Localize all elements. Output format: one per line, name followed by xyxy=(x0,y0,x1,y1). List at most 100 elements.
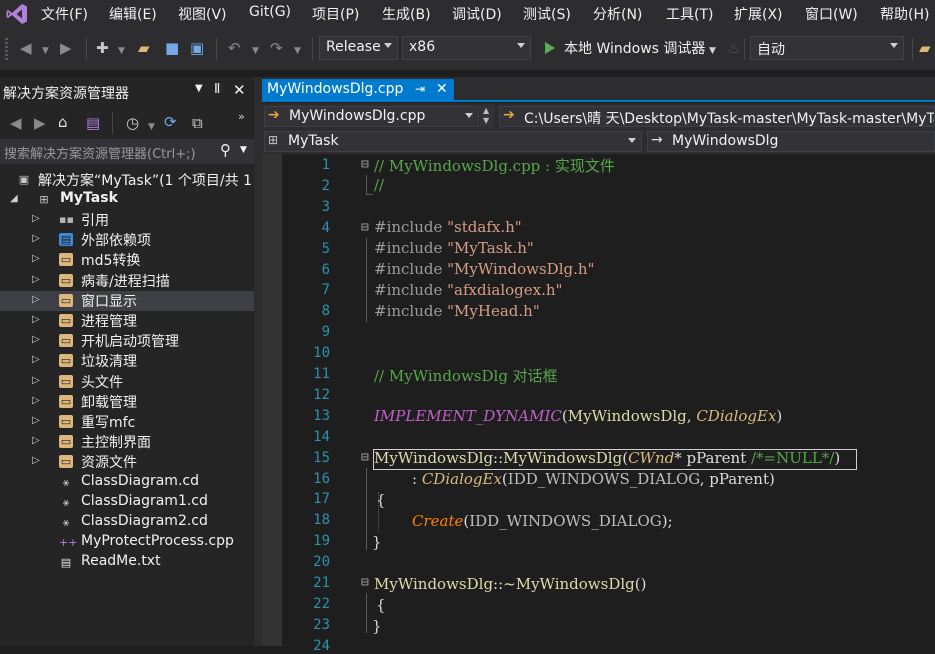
menu-debug[interactable]: 调试(D) xyxy=(452,4,502,24)
tab-mywindowsdlg-cpp[interactable]: MyWindowsDlg.cpp ⇥ ✕ xyxy=(262,79,454,102)
tree-item[interactable]: ▷ ▭ 头文件 xyxy=(0,372,254,392)
tree-item-label: 垃圾清理 xyxy=(81,354,137,371)
menu-edit[interactable]: 编辑(E) xyxy=(109,4,157,24)
menu-analyze[interactable]: 分析(N) xyxy=(593,4,642,24)
toolbar-grip[interactable] xyxy=(5,38,8,60)
file-scope-select[interactable]: ➔ MyWindowsDlg.cpp xyxy=(264,106,479,127)
close-tab-icon[interactable]: ✕ xyxy=(436,81,448,97)
collapsed-chevron-icon[interactable]: ▷ xyxy=(32,455,40,466)
auto-select[interactable]: 自动 xyxy=(750,36,904,60)
open-folder-icon[interactable]: ▰ xyxy=(138,39,150,57)
configuration-select[interactable]: Release xyxy=(319,36,398,60)
folder-icon[interactable]: ▰ xyxy=(919,39,931,57)
tree-item[interactable]: ⚹ ClassDiagram2.cd xyxy=(0,513,254,533)
menu-build[interactable]: 生成(B) xyxy=(382,4,431,24)
tree-item[interactable]: ▷ ▭ 垃圾清理 xyxy=(0,351,254,371)
search-icon[interactable]: ⚲ xyxy=(220,141,231,159)
expanded-chevron-icon[interactable]: ◢ xyxy=(10,193,18,204)
collapsed-chevron-icon[interactable]: ▷ xyxy=(32,314,40,325)
visual-studio-logo-icon[interactable] xyxy=(5,2,29,26)
collapsed-chevron-icon[interactable]: ▷ xyxy=(32,354,40,365)
debugger-dropdown-icon[interactable]: ▼ xyxy=(709,42,716,60)
tree-item[interactable]: ▷ ▤ 外部依赖项 xyxy=(0,230,254,250)
tree-item[interactable]: ▷ ▪▪ 引用 xyxy=(0,210,254,230)
pending-changes-icon[interactable]: ◷ xyxy=(126,114,139,132)
sync-icon[interactable]: ⟳ xyxy=(164,113,177,131)
collapsed-chevron-icon[interactable]: ▷ xyxy=(32,435,40,446)
menu-view[interactable]: 视图(V) xyxy=(178,4,227,24)
collapsed-chevron-icon[interactable]: ▷ xyxy=(32,294,40,305)
tree-item[interactable]: ▷ ▭ 窗口显示 xyxy=(0,290,254,311)
tree-item[interactable]: ⚹ ClassDiagram.cd xyxy=(0,473,254,493)
more-options-icon[interactable]: » xyxy=(238,108,245,126)
navigate-forward-icon[interactable]: ▶ xyxy=(60,39,72,57)
tree-item[interactable]: ▷ ▭ 资源文件 xyxy=(0,452,254,472)
collapse-all-icon[interactable]: ⧉ xyxy=(192,114,203,132)
search-options-dropdown-icon[interactable]: ▼ xyxy=(240,145,247,155)
project-scope-value: MyTask xyxy=(288,133,339,149)
solution-search-box[interactable]: 搜索解决方案资源管理器(Ctrl+;) ⚲ ▼ xyxy=(0,139,254,164)
collapsed-chevron-icon[interactable]: ▷ xyxy=(32,213,40,224)
collapsed-chevron-icon[interactable]: ▷ xyxy=(32,274,40,285)
fold-collapse-icon[interactable]: ⊟ xyxy=(361,450,369,465)
collapsed-chevron-icon[interactable]: ▷ xyxy=(32,334,40,345)
tree-item[interactable]: ▷ ▭ 进程管理 xyxy=(0,311,254,331)
start-debugger-button[interactable]: 本地 Windows 调试器 xyxy=(564,38,705,58)
home-icon[interactable]: ⌂ xyxy=(58,113,68,131)
menu-test[interactable]: 测试(S) xyxy=(523,4,571,24)
redo-icon[interactable]: ↷ xyxy=(270,39,283,57)
back-dropdown-icon[interactable]: ▼ xyxy=(42,42,49,60)
filter-dropdown-icon[interactable]: ▼ xyxy=(148,118,155,136)
collapsed-chevron-icon[interactable]: ▷ xyxy=(32,233,40,244)
collapsed-chevron-icon[interactable]: ▷ xyxy=(32,375,40,386)
tree-item[interactable]: ++ MyProtectProcess.cpp xyxy=(0,533,254,553)
fold-collapse-icon[interactable]: ⊟ xyxy=(361,575,369,590)
new-project-icon[interactable]: ✚ xyxy=(96,39,109,57)
menu-window[interactable]: 窗口(W) xyxy=(805,4,858,24)
new-dropdown-icon[interactable]: ▼ xyxy=(118,42,125,60)
pin-icon[interactable]: Ⅱ xyxy=(214,82,220,97)
back-icon[interactable]: ◀ xyxy=(10,114,22,132)
save-icon[interactable]: ■ xyxy=(165,39,179,57)
collapsed-chevron-icon[interactable]: ▷ xyxy=(32,253,40,264)
platform-select[interactable]: x86 xyxy=(402,36,531,60)
pane-splitter[interactable] xyxy=(254,77,262,646)
switch-views-icon[interactable]: ▤ xyxy=(86,114,100,132)
split-window-button[interactable]: ▲ ▼ xyxy=(480,106,494,127)
menu-file[interactable]: 文件(F) xyxy=(41,4,88,24)
tree-item[interactable]: ▤ ReadMe.txt xyxy=(0,553,254,573)
redo-dropdown-icon[interactable]: ▼ xyxy=(294,42,301,60)
tree-item[interactable]: ▷ ▭ 病毒/进程扫描 xyxy=(0,271,254,291)
fold-collapse-icon[interactable]: ⊟ xyxy=(361,157,369,172)
navigate-back-icon[interactable]: ◀ xyxy=(20,39,32,57)
fold-collapse-icon[interactable]: ⊟ xyxy=(361,220,369,235)
menu-extensions[interactable]: 扩展(X) xyxy=(734,4,783,24)
code-comment: /*=NULL*/ xyxy=(746,449,835,467)
file-path-select[interactable]: ➔ C:\Users\晴 天\Desktop\MyTask-master\MyT… xyxy=(499,106,935,127)
project-node[interactable]: ◢ ⊞ MyTask xyxy=(0,190,254,210)
collapsed-chevron-icon[interactable]: ▷ xyxy=(32,415,40,426)
tree-item[interactable]: ▷ ▭ 主控制界面 xyxy=(0,432,254,452)
tree-item[interactable]: ▷ ▭ 重写mfc xyxy=(0,412,254,432)
forward-icon[interactable]: ▶ xyxy=(34,114,46,132)
window-position-dropdown-icon[interactable]: ▼ xyxy=(195,83,203,94)
menu-tools[interactable]: 工具(T) xyxy=(666,4,713,24)
member-scope-select[interactable]: → MyWindowsDlg xyxy=(647,131,935,152)
pin-tab-icon[interactable]: ⇥ xyxy=(415,82,425,96)
close-icon[interactable]: ✕ xyxy=(233,81,246,99)
solution-node[interactable]: ▣ 解决方案“MyTask”(1 个项目/共 1 个) xyxy=(0,170,276,190)
tree-item[interactable]: ⚹ ClassDiagram1.cd xyxy=(0,493,254,513)
menu-project[interactable]: 项目(P) xyxy=(312,4,359,24)
undo-dropdown-icon[interactable]: ▼ xyxy=(252,42,259,60)
menu-help[interactable]: 帮助(H) xyxy=(880,4,929,24)
tree-item[interactable]: ▷ ▭ md5转换 xyxy=(0,250,254,270)
project-scope-select[interactable]: ⊞ MyTask xyxy=(264,131,642,152)
collapsed-chevron-icon[interactable]: ▷ xyxy=(32,395,40,406)
menu-git[interactable]: Git(G) xyxy=(249,4,291,20)
indicator-margin[interactable] xyxy=(262,154,282,646)
tree-item[interactable]: ▷ ▭ 开机启动项管理 xyxy=(0,331,254,351)
start-debugging-icon[interactable] xyxy=(545,42,555,54)
tree-item[interactable]: ▷ ▭ 卸载管理 xyxy=(0,392,254,412)
save-all-icon[interactable]: ▣ xyxy=(190,39,204,57)
undo-icon[interactable]: ↶ xyxy=(228,39,241,57)
